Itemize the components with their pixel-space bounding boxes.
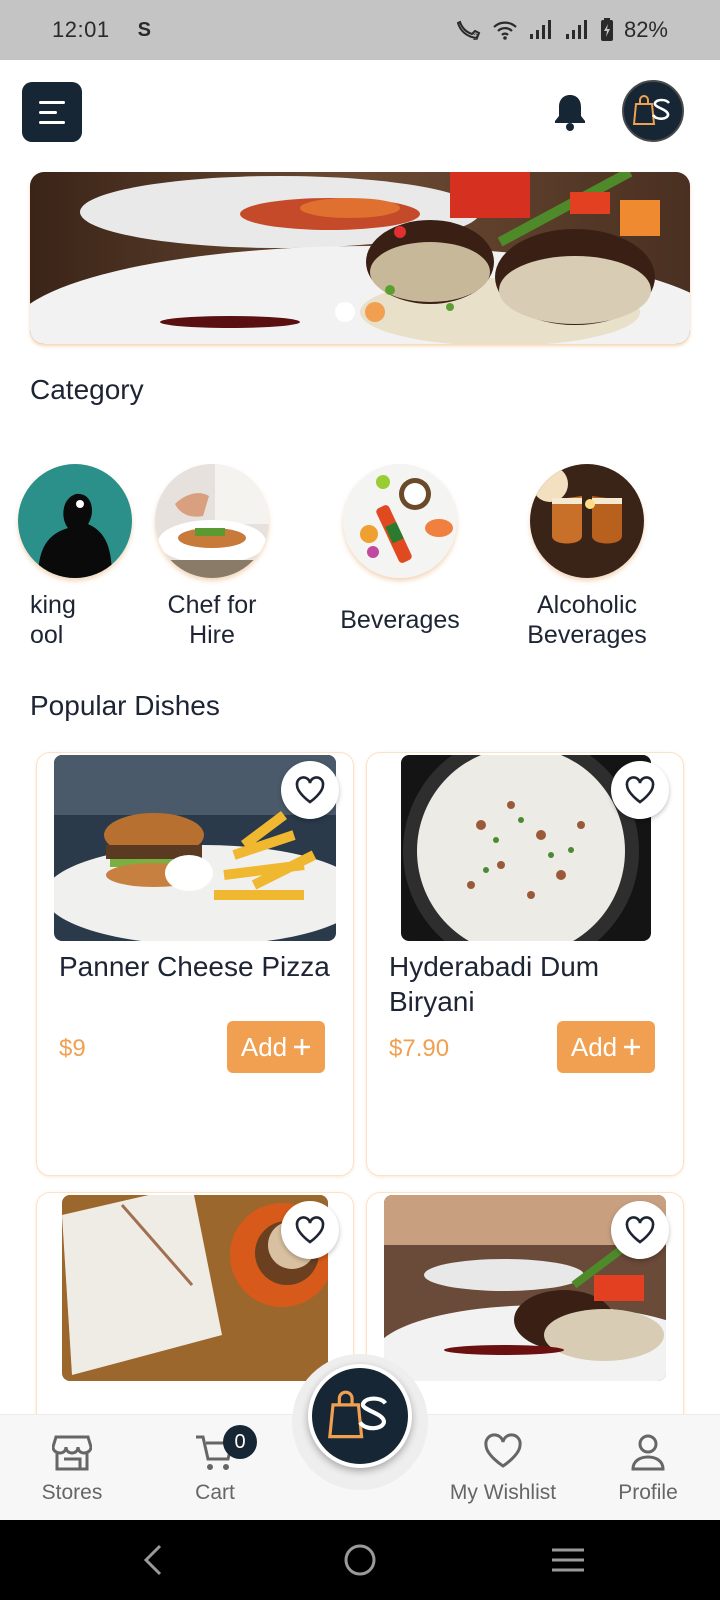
category-label-line: Chef for [167,591,257,619]
app-logo-icon [633,95,671,125]
cart-icon [145,1433,285,1473]
nav-label: Stores [41,1481,103,1504]
back-icon[interactable] [132,1540,176,1580]
dish-price: $9 [59,1035,86,1062]
category-item[interactable]: Alcoholic Beverages [497,464,677,650]
nav-label: Profile [618,1481,678,1504]
status-bar: 12:01 S 2 82% [0,0,720,60]
dish-name: Hyderabadi Dum Biryani [389,951,600,1017]
promo-banner[interactable] [30,172,690,344]
nav-cart[interactable]: 0 Cart [145,1415,285,1521]
store-icon [2,1433,142,1471]
menu-icon-line [39,110,57,114]
system-navigation-bar [0,1520,720,1600]
pagination-dot-active[interactable] [365,302,385,322]
heart-icon [433,1433,573,1469]
sync-icon: S [137,18,151,41]
nav-profile[interactable]: Profile [578,1415,718,1521]
battery-percent: 82% [623,17,668,42]
heart-icon [295,1216,325,1244]
nav-label: My Wishlist [449,1481,557,1504]
app-header [0,60,720,164]
plus-icon [624,1039,641,1055]
nav-label: Cart [195,1481,235,1504]
dish-price: $7.90 [389,1035,450,1062]
category-item[interactable]: Chef for Hire [122,464,302,650]
add-button-label: Add [240,1031,288,1062]
svg-text:2: 2 [473,32,478,42]
status-time: 12:01 [52,17,110,42]
category-label: Alcoholic Beverages [497,590,677,650]
cart-count-badge: 0 [223,1425,257,1459]
heart-icon [295,776,325,804]
person-icon [578,1433,718,1471]
nav-stores[interactable]: Stores [2,1415,142,1521]
avatar[interactable] [622,80,684,142]
wishlist-button[interactable] [281,1201,339,1259]
menu-icon [39,100,65,104]
category-label-line: Beverages [340,606,460,634]
category-image [18,464,132,578]
menu-button[interactable] [22,82,82,142]
category-image [343,464,457,578]
category-label-line: Beverages [527,621,647,649]
plus-icon [294,1039,311,1055]
signal-icon [564,19,590,41]
wifi-icon [492,19,518,41]
menu-icon-line [39,120,65,124]
bell-icon[interactable] [552,92,588,137]
wishlist-button[interactable] [611,1201,669,1259]
add-button-label: Add [570,1031,618,1062]
home-fab-button[interactable] [308,1364,412,1468]
add-to-cart-button[interactable]: Add [557,1021,655,1073]
category-list[interactable]: king ool Chef for Hire Beverages Alcohol… [0,464,720,654]
category-image [530,464,644,578]
heart-icon [625,776,655,804]
category-title: Category [30,374,144,405]
dish-card[interactable]: Hyderabadi Dum Biryani $7.90 Add [366,752,684,1176]
heart-icon [625,1216,655,1244]
category-label-line: Hire [189,621,235,649]
category-label: king ool [0,590,120,650]
banner-pagination [335,302,385,322]
add-to-cart-button[interactable]: Add [227,1021,325,1073]
home-icon[interactable] [338,1540,382,1580]
popular-dishes-title: Popular Dishes [30,690,220,721]
dish-name: Panner Cheese Pizza [59,951,330,982]
recents-icon[interactable] [546,1540,590,1580]
category-item[interactable]: king ool [0,464,132,650]
category-label-line: Alcoholic [536,591,638,619]
category-label: Chef for Hire [122,590,302,650]
category-item[interactable]: Beverages [310,464,490,635]
category-label-line: ool [30,621,64,649]
wishlist-button[interactable] [281,761,339,819]
pagination-dot[interactable] [335,302,355,322]
status-icons: 2 82% [456,17,668,43]
app-logo-icon [328,1390,388,1439]
nav-wishlist[interactable]: My Wishlist [433,1415,573,1521]
category-image [155,464,269,578]
call-icon: 2 [456,18,482,42]
category-label: Beverages [310,605,490,635]
wishlist-button[interactable] [611,761,669,819]
signal-icon [528,19,554,41]
dish-card[interactable]: Panner Cheese Pizza $9 Add [36,752,354,1176]
category-label-line: king [30,591,76,619]
battery-charging-icon [600,18,614,42]
